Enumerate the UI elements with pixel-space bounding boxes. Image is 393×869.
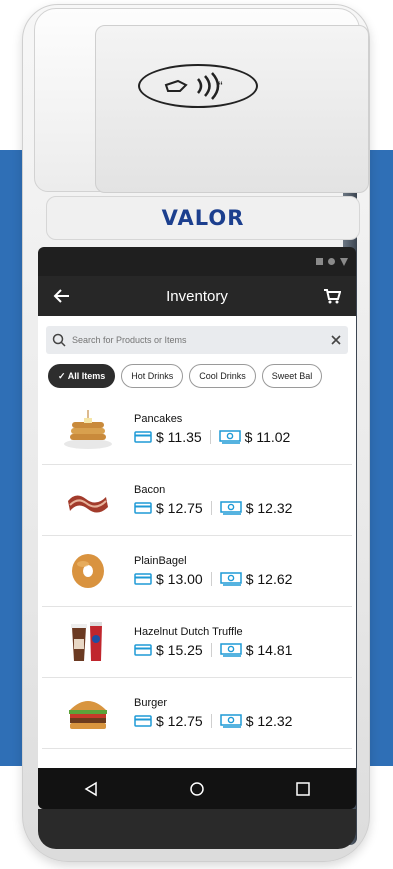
cash-price: $ 14.81: [245, 642, 293, 658]
printer-lid: [95, 25, 369, 193]
list-item[interactable]: PlainBagel $ 13.00 $ 12.62: [42, 536, 352, 607]
contactless-icon: “: [138, 64, 258, 108]
search-input[interactable]: [72, 335, 324, 345]
brand-logo: VALOR: [161, 206, 245, 230]
price-divider: [210, 501, 212, 515]
status-bar: [38, 247, 356, 276]
card-price: $ 12.75: [156, 713, 203, 729]
inventory-content: ✓ All Items Hot Drinks Cool Drinks Sweet…: [38, 316, 356, 768]
card-price: $ 13.00: [156, 571, 203, 587]
search-bar: [46, 326, 348, 354]
chip-all-items[interactable]: ✓ All Items: [48, 364, 116, 388]
price-divider: [210, 572, 212, 586]
category-chips: ✓ All Items Hot Drinks Cool Drinks Sweet…: [38, 354, 356, 394]
clear-search-icon[interactable]: [330, 334, 342, 346]
bagel-icon: [42, 541, 134, 601]
nav-recents-icon[interactable]: [295, 781, 311, 797]
status-square-icon: [316, 258, 323, 265]
cash-icon: [219, 501, 242, 515]
svg-text:“: “: [218, 78, 223, 94]
card-price: $ 11.35: [156, 429, 202, 445]
cart-icon: [323, 289, 341, 304]
status-signal-icon: [340, 257, 348, 266]
brand-strip: VALOR: [46, 196, 360, 240]
chip-sweet[interactable]: Sweet Bal: [261, 364, 323, 388]
price-divider: [210, 643, 212, 657]
list-item[interactable]: Hazelnut Dutch Truffle $ 15.25 $ 14.81: [42, 607, 352, 678]
cash-icon: [219, 714, 242, 728]
android-nav-bar: [38, 768, 356, 809]
nfc-icon: “: [164, 72, 223, 100]
nav-back-icon[interactable]: [83, 781, 99, 797]
item-name: PlainBagel: [134, 555, 187, 567]
cash-icon: [218, 430, 241, 444]
card-price: $ 15.25: [156, 642, 203, 658]
search-icon: [52, 333, 66, 347]
card-icon: [134, 431, 152, 443]
nav-home-icon[interactable]: [189, 781, 205, 797]
burger-icon: [42, 683, 134, 743]
card-price: $ 12.75: [156, 500, 203, 516]
bacon-icon: [42, 470, 134, 530]
card-icon: [134, 644, 152, 656]
card-icon: [134, 502, 152, 514]
drinks-icon: [42, 612, 134, 672]
chip-cool-drinks[interactable]: Cool Drinks: [189, 364, 256, 388]
price-divider: [209, 430, 211, 444]
item-name: Pancakes: [134, 413, 183, 425]
cash-price: $ 12.32: [245, 713, 293, 729]
stage: “ VALOR Inventory Search for Products or…: [0, 0, 393, 869]
page-title: Inventory: [166, 287, 228, 305]
back-arrow-icon: [53, 289, 69, 303]
item-name: Bacon: [134, 484, 166, 496]
cash-price: $ 11.02: [244, 429, 291, 445]
back-button[interactable]: [50, 284, 74, 308]
cart-button[interactable]: [320, 284, 344, 308]
cash-price: $ 12.32: [245, 500, 293, 516]
card-icon: [134, 715, 152, 727]
app-bar: Inventory: [38, 276, 356, 316]
chip-hot-drinks[interactable]: Hot Drinks: [121, 364, 184, 388]
cash-icon: [219, 572, 242, 586]
card-icon: [134, 573, 152, 585]
status-dot-icon: [328, 258, 335, 265]
item-name: Burger: [134, 697, 168, 709]
device-screen: Inventory ✓ All: [38, 247, 356, 809]
list-item[interactable]: Pancakes $ 11.35 $ 11.02: [42, 394, 352, 465]
item-list: Pancakes $ 11.35 $ 11.02 Bacon $ 12.75 $…: [38, 394, 356, 749]
pancakes-icon: [42, 399, 134, 459]
item-name: Hazelnut Dutch Truffle: [134, 626, 243, 638]
price-divider: [210, 714, 212, 728]
list-item[interactable]: Burger $ 12.75 $ 12.32: [42, 678, 352, 749]
device-bottom-bezel: [38, 809, 356, 849]
list-item[interactable]: Bacon $ 12.75 $ 12.32: [42, 465, 352, 536]
cash-price: $ 12.62: [245, 571, 293, 587]
cash-icon: [219, 643, 242, 657]
